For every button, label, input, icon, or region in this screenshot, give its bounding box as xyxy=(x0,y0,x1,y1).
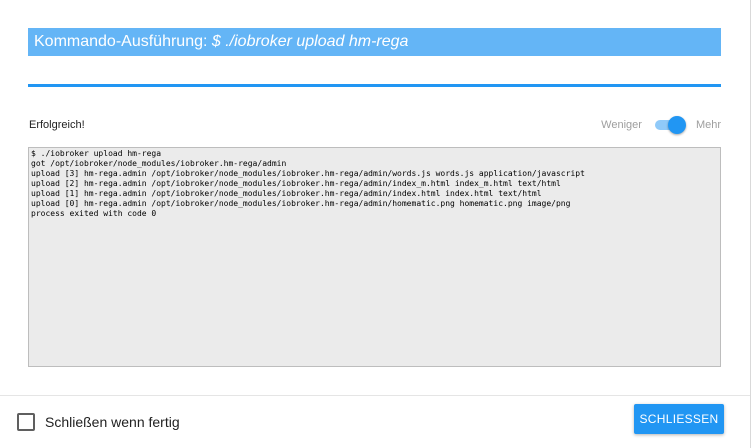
close-when-done-option[interactable]: Schließen wenn fertig xyxy=(17,413,180,431)
progress-bar xyxy=(28,84,721,87)
verbosity-toggle-group: Weniger Mehr xyxy=(601,116,721,134)
output-line: $ ./iobroker upload hm-rega xyxy=(31,149,162,158)
output-line: upload [3] hm-rega.admin /opt/iobroker/n… xyxy=(31,169,585,178)
dialog-title: Kommando-Ausführung: $ ./iobroker upload… xyxy=(28,28,721,56)
dialog-footer: Schließen wenn fertig SCHLIESSEN xyxy=(0,395,750,448)
output-line: upload [0] hm-rega.admin /opt/iobroker/n… xyxy=(31,199,571,208)
switch-thumb[interactable] xyxy=(667,116,686,134)
output-line: process exited with code 0 xyxy=(31,209,157,218)
output-line: got /opt/iobroker/node_modules/iobroker.… xyxy=(31,159,287,168)
dialog-title-command: $ ./iobroker upload hm-rega xyxy=(211,33,409,50)
status-text: Erfolgreich! xyxy=(29,119,85,131)
toggle-label-more: Mehr xyxy=(695,119,721,131)
close-button[interactable]: SCHLIESSEN xyxy=(634,404,724,434)
output-line: upload [2] hm-rega.admin /opt/iobroker/n… xyxy=(31,179,561,188)
command-dialog: Kommando-Ausführung: $ ./iobroker upload… xyxy=(0,0,751,448)
verbosity-switch[interactable] xyxy=(654,116,686,134)
output-line: upload [1] hm-rega.admin /opt/iobroker/n… xyxy=(31,189,542,198)
dialog-title-prefix: Kommando-Ausführung: xyxy=(34,33,212,50)
close-when-done-label[interactable]: Schließen wenn fertig xyxy=(45,413,180,431)
close-when-done-checkbox[interactable] xyxy=(17,413,35,431)
command-output[interactable]: $ ./iobroker upload hm-rega got /opt/iob… xyxy=(28,147,721,367)
toggle-label-less: Weniger xyxy=(601,119,642,131)
